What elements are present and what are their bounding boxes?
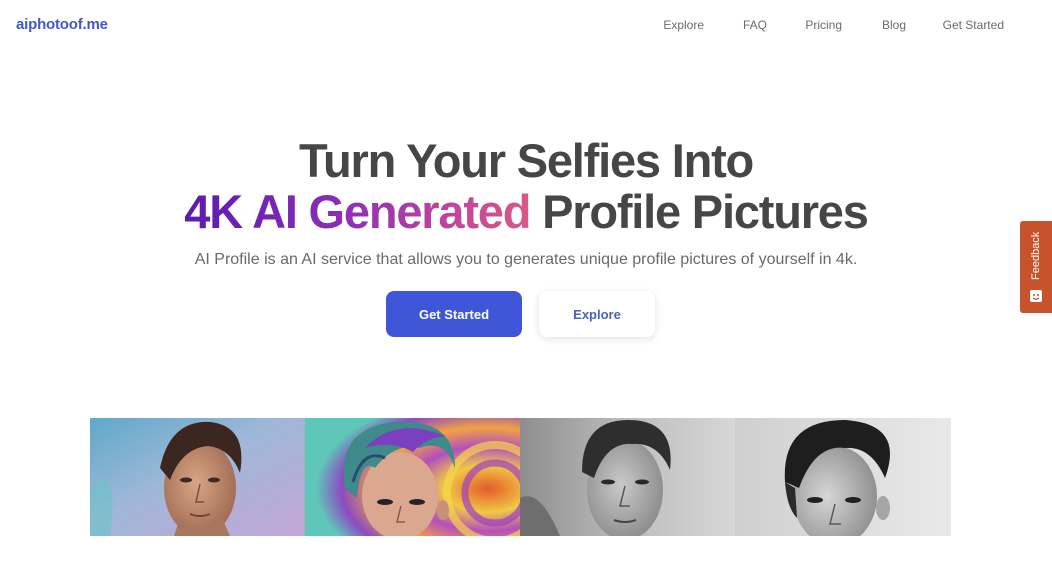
hero-title-rest: Profile Pictures [530, 185, 869, 238]
gallery-image-4 [735, 418, 951, 536]
hero-title-line2: 4K AI Generated Profile Pictures [0, 187, 1052, 237]
gallery-image-2 [305, 418, 520, 536]
hero-title-highlight: 4K AI Generated [184, 185, 531, 238]
portrait-image [90, 418, 305, 536]
nav-link-pricing[interactable]: Pricing [805, 18, 842, 32]
feedback-label: Feedback [1030, 231, 1042, 281]
portrait-gallery [90, 418, 951, 536]
feedback-icon [1030, 290, 1042, 302]
portrait-image [305, 418, 520, 536]
gallery-image-1 [90, 418, 305, 536]
portrait-image [735, 418, 951, 536]
nav-link-faq[interactable]: FAQ [743, 18, 767, 32]
hero-subtitle: AI Profile is an AI service that allows … [194, 251, 858, 268]
hero-title-line1: Turn Your Selfies Into [298, 134, 754, 187]
site-logo[interactable]: aiphotoof.me [16, 16, 108, 33]
nav-link-explore[interactable]: Explore [663, 18, 704, 32]
portrait-image [520, 418, 735, 536]
nav-link-blog[interactable]: Blog [882, 18, 906, 32]
nav-link-get-started[interactable]: Get Started [943, 18, 1004, 32]
feedback-tab[interactable]: Feedback [1020, 221, 1052, 313]
get-started-button[interactable]: Get Started [386, 291, 522, 337]
gallery-image-3 [520, 418, 735, 536]
explore-button[interactable]: Explore [539, 291, 655, 337]
